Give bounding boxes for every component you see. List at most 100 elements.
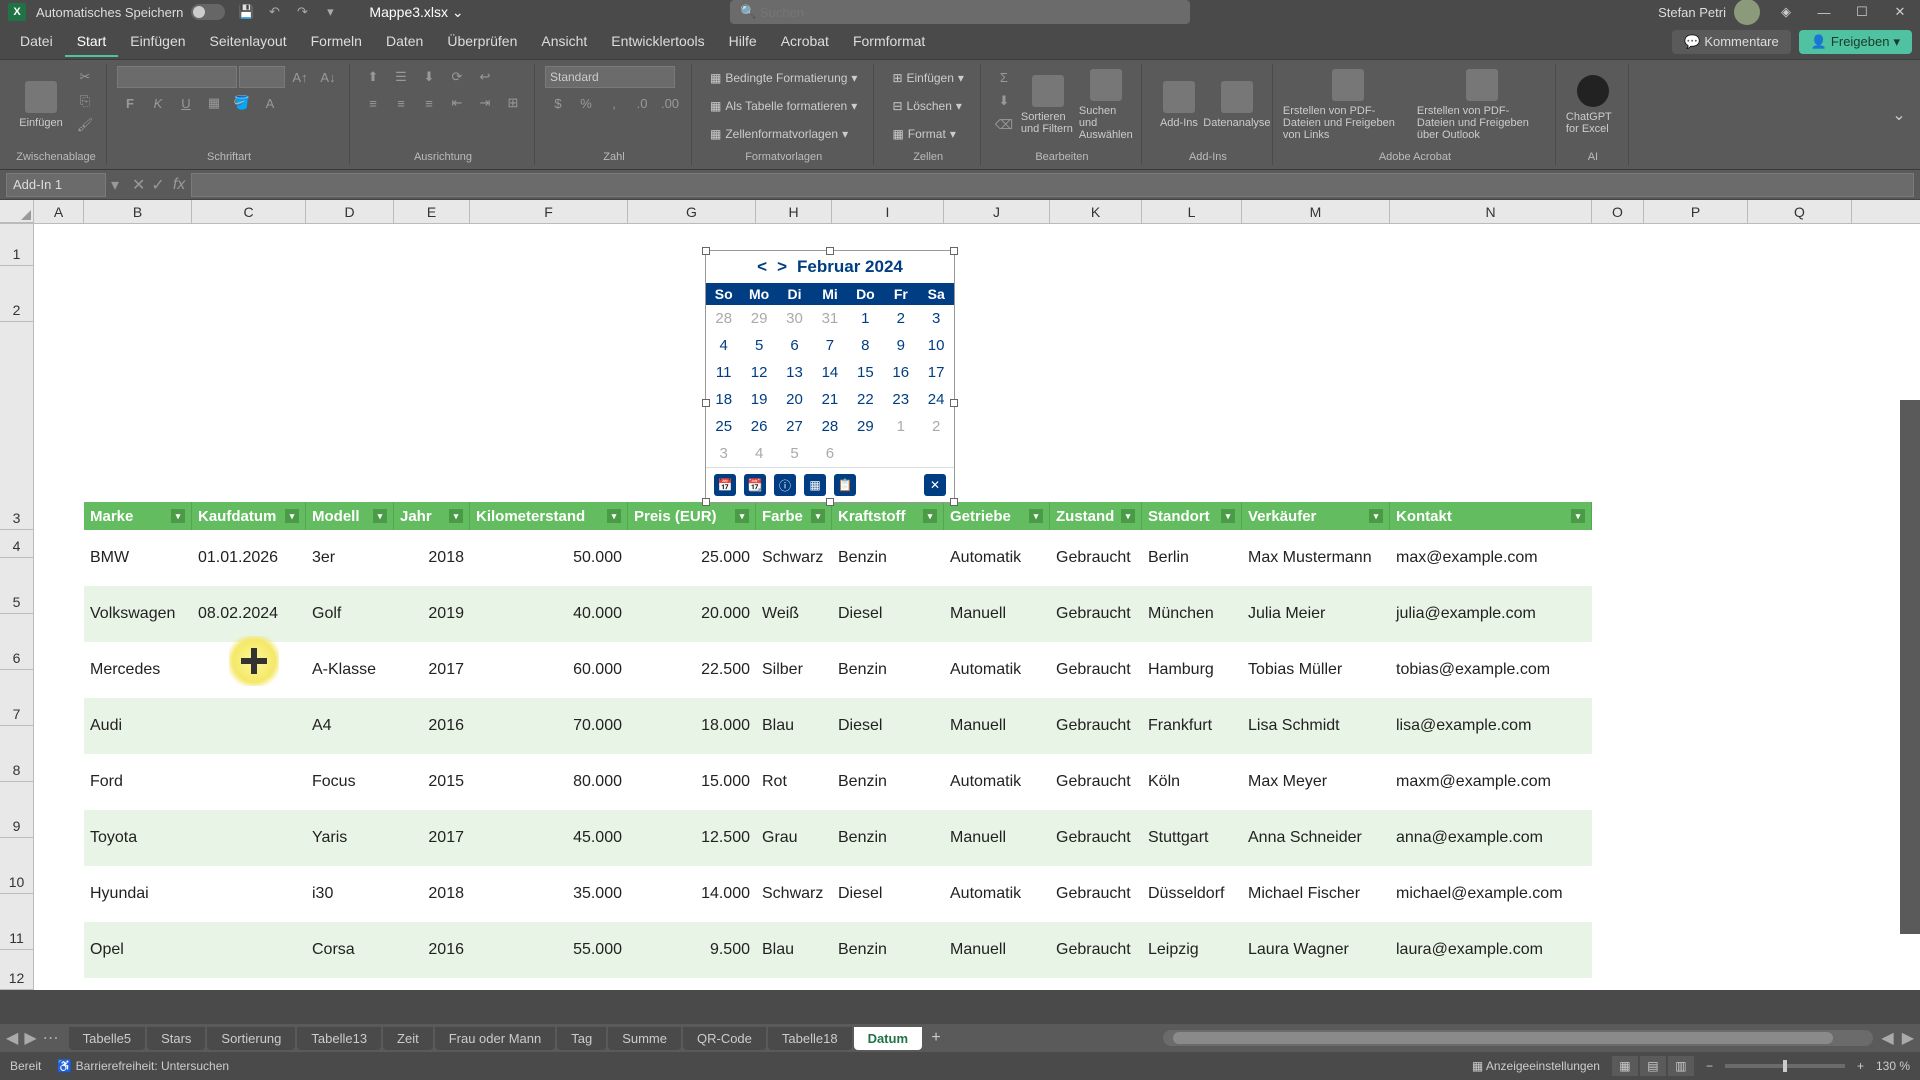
prev-month-button[interactable]: < — [757, 257, 767, 277]
table-cell[interactable]: Automatik — [944, 866, 1050, 922]
calendar-day[interactable]: 8 — [848, 332, 883, 359]
row-header[interactable]: 8 — [0, 726, 34, 782]
column-header[interactable]: A — [34, 200, 84, 223]
table-cell[interactable]: 80.000 — [470, 754, 628, 810]
filter-icon[interactable]: ▾ — [1121, 509, 1135, 523]
table-cell[interactable]: michael@example.com — [1390, 866, 1592, 922]
table-row[interactable]: OpelCorsa201655.0009.500BlauBenzinManuel… — [84, 922, 1592, 978]
calendar-day[interactable]: 6 — [777, 332, 812, 359]
pdf-links-button[interactable]: Erstellen von PDF-Dateien und Freigeben … — [1283, 66, 1413, 144]
column-header[interactable]: C — [192, 200, 306, 223]
selection-handle-icon[interactable] — [826, 498, 834, 506]
number-format-select[interactable] — [545, 66, 675, 88]
border-icon[interactable]: ▦ — [201, 92, 227, 114]
font-color-icon[interactable]: A — [257, 92, 283, 114]
table-cell[interactable]: 3er — [306, 530, 394, 586]
spreadsheet-grid[interactable]: ABCDEFGHIJKLMNOPQ 123456789101112 Marke▾… — [0, 200, 1920, 990]
table-cell[interactable]: Leipzig — [1142, 922, 1242, 978]
filename[interactable]: Mappe3.xlsx ⌄ — [369, 4, 463, 21]
table-cell[interactable]: A-Klasse — [306, 642, 394, 698]
calendar-date-button[interactable]: 📋 — [834, 474, 856, 496]
calendar-day[interactable]: 2 — [883, 305, 918, 332]
align-top-icon[interactable]: ⬆ — [360, 66, 386, 88]
table-cell[interactable]: Golf — [306, 586, 394, 642]
pdf-outlook-button[interactable]: Erstellen von PDF-Dateien und Freigeben … — [1417, 66, 1547, 144]
column-header[interactable]: B — [84, 200, 192, 223]
insert-cells-button[interactable]: ⊞ Einfügen ▾ — [884, 66, 971, 90]
table-cell[interactable]: Rot — [756, 754, 832, 810]
filter-icon[interactable]: ▾ — [449, 509, 463, 523]
table-cell[interactable]: Manuell — [944, 810, 1050, 866]
calendar-day[interactable]: 15 — [848, 359, 883, 386]
table-cell[interactable]: Benzin — [832, 922, 944, 978]
table-cell[interactable]: Blau — [756, 698, 832, 754]
table-cell[interactable]: 15.000 — [628, 754, 756, 810]
table-cell[interactable]: tobias@example.com — [1390, 642, 1592, 698]
table-cell[interactable]: Hyundai — [84, 866, 192, 922]
wrap-text-icon[interactable]: ↩ — [472, 66, 498, 88]
calendar-insert-button[interactable]: ▦ — [804, 474, 826, 496]
table-cell[interactable]: 2018 — [394, 866, 470, 922]
column-header[interactable]: Q — [1748, 200, 1852, 223]
table-cell[interactable]: München — [1142, 586, 1242, 642]
table-row[interactable]: BMW01.01.20263er201850.00025.000SchwarzB… — [84, 530, 1592, 586]
selection-handle-icon[interactable] — [702, 399, 710, 407]
menu-tab-hilfe[interactable]: Hilfe — [717, 27, 769, 57]
selection-handle-icon[interactable] — [950, 247, 958, 255]
sheet-next-icon[interactable]: ▶ — [24, 1028, 36, 1048]
format-cells-button[interactable]: ▦ Format ▾ — [884, 122, 963, 146]
calendar-day[interactable]: 31 — [812, 305, 847, 332]
row-header[interactable]: 5 — [0, 558, 34, 614]
table-cell[interactable]: 20.000 — [628, 586, 756, 642]
filter-icon[interactable]: ▾ — [373, 509, 387, 523]
table-cell[interactable]: Weiß — [756, 586, 832, 642]
align-bottom-icon[interactable]: ⬇ — [416, 66, 442, 88]
font-size-input[interactable] — [239, 66, 285, 88]
table-cell[interactable]: i30 — [306, 866, 394, 922]
formula-input[interactable] — [191, 173, 1914, 197]
menu-tab-start[interactable]: Start — [65, 27, 119, 57]
table-cell[interactable]: Manuell — [944, 922, 1050, 978]
format-as-table-button[interactable]: ▦ Als Tabelle formatieren ▾ — [702, 94, 865, 118]
table-cell[interactable]: Manuell — [944, 698, 1050, 754]
column-header[interactable]: K — [1050, 200, 1142, 223]
italic-icon[interactable]: K — [145, 92, 171, 114]
calendar-day[interactable]: 22 — [848, 386, 883, 413]
table-cell[interactable]: 9.500 — [628, 922, 756, 978]
table-header-cell[interactable]: Kontakt▾ — [1390, 502, 1592, 530]
comments-button[interactable]: 💬 Kommentare — [1672, 30, 1791, 54]
table-cell[interactable]: Laura Wagner — [1242, 922, 1390, 978]
qat-dropdown-icon[interactable]: ▾ — [321, 3, 339, 21]
table-cell[interactable]: Opel — [84, 922, 192, 978]
sheet-tab[interactable]: Summe — [608, 1027, 681, 1050]
share-button[interactable]: 👤 Freigeben ▾ — [1799, 30, 1912, 54]
zoom-slider[interactable] — [1725, 1064, 1845, 1068]
menu-tab-seitenlayout[interactable]: Seitenlayout — [198, 27, 299, 57]
table-cell[interactable]: Anna Schneider — [1242, 810, 1390, 866]
calendar-day[interactable]: 27 — [777, 413, 812, 440]
cancel-formula-icon[interactable]: ✕ — [132, 175, 145, 195]
row-header[interactable]: 12 — [0, 950, 34, 990]
table-cell[interactable]: Frankfurt — [1142, 698, 1242, 754]
table-cell[interactable]: Automatik — [944, 642, 1050, 698]
table-cell[interactable]: Diesel — [832, 586, 944, 642]
table-cell[interactable]: Tobias Müller — [1242, 642, 1390, 698]
calendar-day[interactable]: 14 — [812, 359, 847, 386]
table-cell[interactable]: BMW — [84, 530, 192, 586]
row-header[interactable]: 1 — [0, 224, 34, 266]
table-cell[interactable]: Gebraucht — [1050, 642, 1142, 698]
table-cell[interactable]: 2016 — [394, 922, 470, 978]
calendar-day[interactable]: 13 — [777, 359, 812, 386]
name-box[interactable]: Add-In 1 — [6, 173, 106, 197]
row-header[interactable]: 4 — [0, 530, 34, 558]
accept-formula-icon[interactable]: ✓ — [151, 175, 164, 195]
table-cell[interactable]: anna@example.com — [1390, 810, 1592, 866]
sheet-tab[interactable]: Tabelle18 — [768, 1027, 852, 1050]
calendar-day[interactable]: 3 — [918, 305, 953, 332]
table-cell[interactable]: Stuttgart — [1142, 810, 1242, 866]
page-layout-view-icon[interactable]: ▤ — [1640, 1056, 1666, 1076]
table-cell[interactable]: A4 — [306, 698, 394, 754]
calendar-day[interactable]: 18 — [706, 386, 741, 413]
comma-icon[interactable]: , — [601, 92, 627, 114]
orientation-icon[interactable]: ⟳ — [444, 66, 470, 88]
